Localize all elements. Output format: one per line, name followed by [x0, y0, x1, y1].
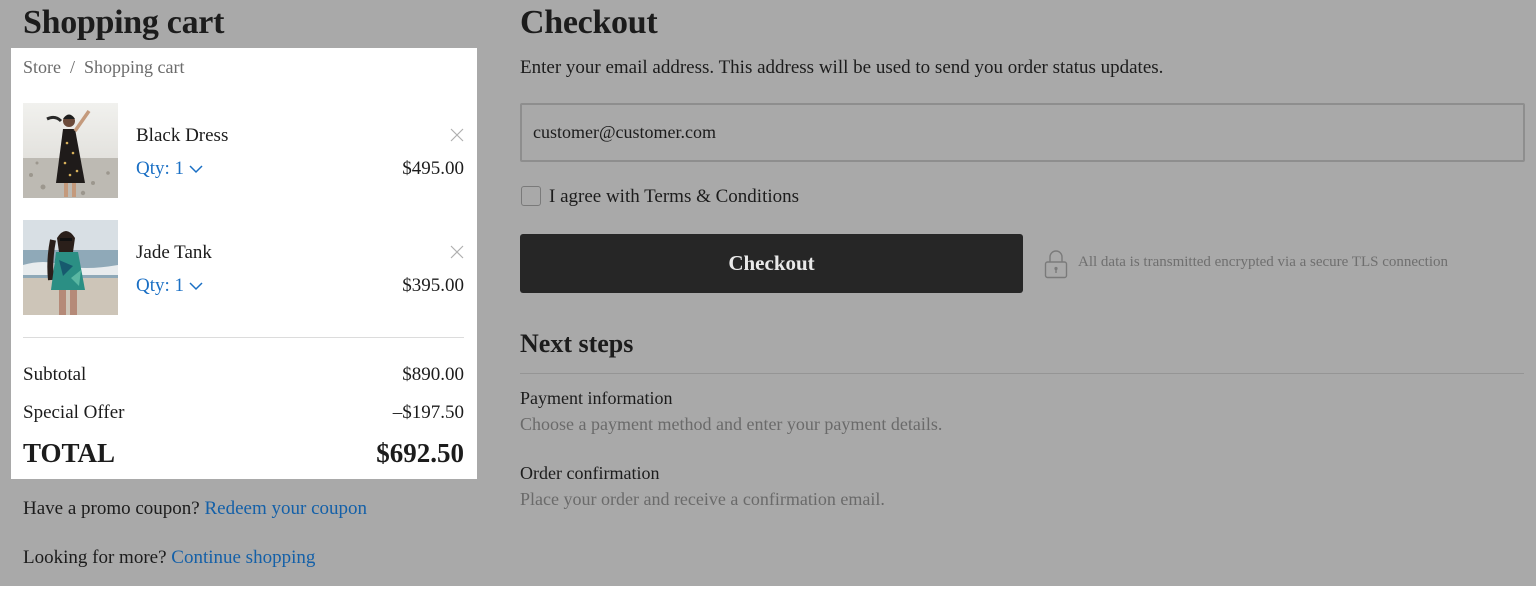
- secure-text: All data is transmitted encrypted via a …: [1078, 254, 1449, 270]
- checkbox-box[interactable]: [521, 186, 541, 206]
- cart-item: Jade Tank Qty: 1 $395.00: [23, 220, 464, 315]
- email-field[interactable]: [520, 103, 1525, 162]
- total-value: $692.50: [376, 438, 464, 468]
- step-description: Place your order and receive a confirmat…: [520, 489, 885, 509]
- terms-label: I agree with Terms & Conditions: [549, 186, 800, 207]
- black-dress-photo[interactable]: [23, 103, 118, 198]
- close-icon[interactable]: [450, 245, 464, 259]
- qty-label: Qty: 1: [136, 158, 185, 179]
- subtotal-label: Subtotal: [23, 364, 87, 385]
- qty-dropdown[interactable]: Qty: 1: [136, 275, 203, 297]
- cart-title: Shopping cart: [23, 4, 225, 41]
- jade-tank-photo[interactable]: [23, 220, 118, 315]
- cart-item: Black Dress Qty: 1 $495.00: [23, 103, 464, 198]
- breadcrumb-current: Shopping cart: [84, 57, 185, 77]
- redeem-coupon-link[interactable]: Redeem your coupon: [205, 498, 368, 519]
- qty-dropdown[interactable]: Qty: 1: [136, 158, 203, 180]
- continue-line: Looking for more? Continue shopping: [23, 547, 315, 569]
- cart-divider: [23, 337, 464, 338]
- cart-panel: Store / Shopping cart Black Dress Qty: 1…: [11, 48, 477, 479]
- step-title: Payment information: [520, 388, 673, 408]
- step-title: Order confirmation: [520, 463, 660, 483]
- continue-shopping-link[interactable]: Continue shopping: [171, 547, 315, 568]
- item-name[interactable]: Black Dress: [136, 125, 228, 147]
- more-text: Looking for more?: [23, 547, 167, 568]
- item-price: $395.00: [402, 275, 464, 296]
- breadcrumb-store[interactable]: Store: [23, 57, 61, 77]
- breadcrumb-separator: /: [70, 57, 76, 77]
- special-offer-value: –$197.50: [392, 402, 464, 423]
- step-description: Choose a payment method and enter your p…: [520, 414, 943, 434]
- promo-text: Have a promo coupon?: [23, 498, 200, 519]
- breadcrumb: Store / Shopping cart: [23, 57, 185, 78]
- chevron-down-icon: [189, 165, 203, 174]
- checkout-title: Checkout: [520, 4, 658, 41]
- total-label: TOTAL: [23, 438, 116, 468]
- close-icon[interactable]: [450, 128, 464, 142]
- item-price: $495.00: [402, 158, 464, 179]
- next-steps-title: Next steps: [520, 329, 634, 358]
- lock-icon: [1044, 250, 1068, 279]
- chevron-down-icon: [189, 282, 203, 291]
- qty-label: Qty: 1: [136, 275, 185, 296]
- special-offer-label: Special Offer: [23, 402, 125, 423]
- email-hint: Enter your email address. This address w…: [520, 57, 1164, 78]
- checkout-button[interactable]: Checkout: [520, 234, 1023, 293]
- subtotal-value: $890.00: [402, 364, 464, 385]
- item-name[interactable]: Jade Tank: [136, 242, 212, 264]
- next-steps-divider: [520, 373, 1524, 374]
- promo-line: Have a promo coupon? Redeem your coupon: [23, 498, 367, 520]
